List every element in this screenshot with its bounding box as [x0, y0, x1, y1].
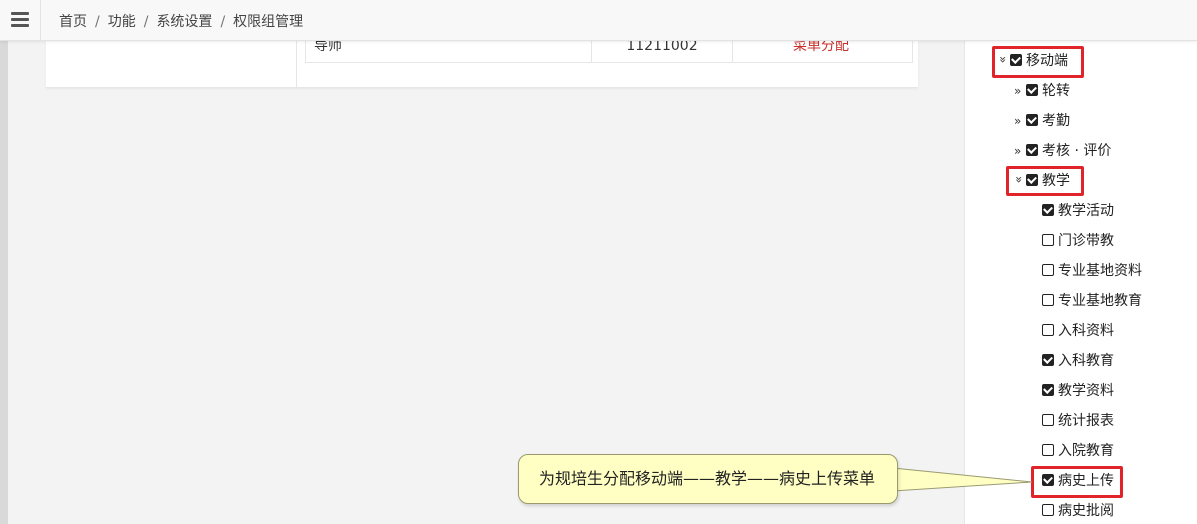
- breadcrumb-system-settings[interactable]: 系统设置: [156, 14, 212, 30]
- breadcrumb: 首页 / 功能 / 系统设置 / 权限组管理: [59, 14, 304, 30]
- breadcrumb-permission-group: 权限组管理: [233, 14, 304, 30]
- hamburger-menu-icon[interactable]: [0, 0, 41, 40]
- top-bar: 首页 / 功能 / 系统设置 / 权限组管理: [0, 0, 1197, 41]
- breadcrumb-home[interactable]: 首页: [59, 14, 87, 30]
- breadcrumb-function[interactable]: 功能: [108, 14, 136, 30]
